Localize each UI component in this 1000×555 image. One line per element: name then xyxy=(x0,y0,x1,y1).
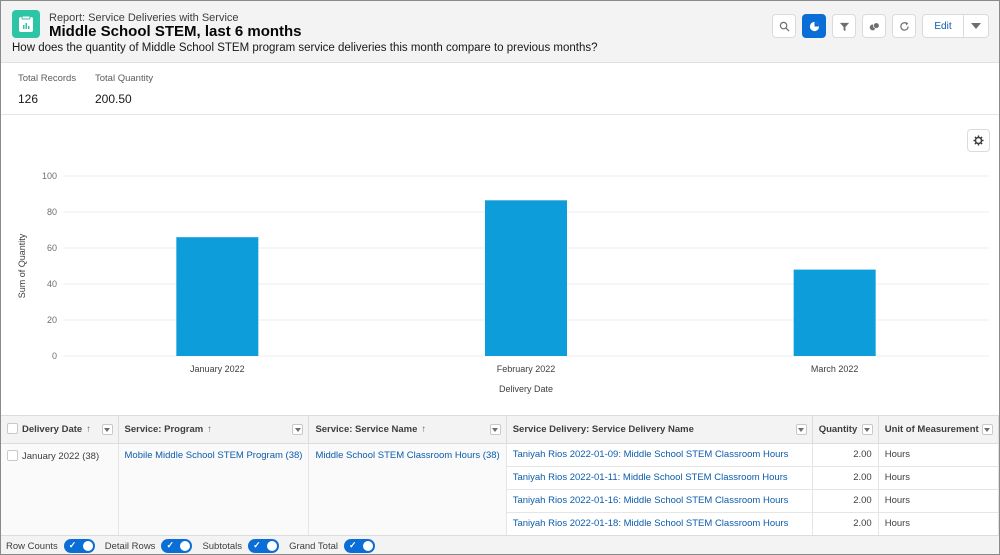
column-menu-button[interactable] xyxy=(101,424,113,435)
bar xyxy=(485,200,567,356)
service-delivery-link[interactable]: Taniyah Rios 2022-01-18: Middle School S… xyxy=(506,512,813,536)
x-axis-label: Delivery Date xyxy=(499,384,553,394)
search-icon xyxy=(779,21,790,32)
subtotals-toggle-item: Subtotals ✓ xyxy=(202,539,280,553)
total-quantity-value: 200.50 xyxy=(95,92,132,106)
report-window: Report: Service Deliveries with Service … xyxy=(0,0,1000,555)
total-records-value: 126 xyxy=(18,92,39,106)
column-menu-button[interactable] xyxy=(861,424,873,435)
unit-cell: Hours xyxy=(878,512,999,536)
table-header-row: Delivery Date ↑ Service: Program ↑ Service… xyxy=(1,416,999,444)
bar xyxy=(176,237,259,356)
y-tick-label: 60 xyxy=(47,243,57,253)
detail-rows-toggle-item: Detail Rows ✓ xyxy=(105,539,193,553)
x-tick-label: March 2022 xyxy=(811,364,859,374)
row-counts-label: Row Counts xyxy=(6,540,58,552)
quantity-cell: 2.00 xyxy=(812,466,879,490)
chevron-down-icon xyxy=(971,23,981,29)
row-counts-toggle-item: Row Counts ✓ xyxy=(6,539,95,553)
group-cell-program[interactable]: Mobile Middle School STEM Program (38) xyxy=(118,443,310,535)
page-title: Middle School STEM, last 6 months xyxy=(49,23,302,40)
column-menu-button[interactable] xyxy=(981,424,993,435)
report-description: How does the quantity of Middle School S… xyxy=(12,42,598,54)
y-tick-label: 20 xyxy=(47,315,57,325)
unit-cell: Hours xyxy=(878,443,999,467)
y-tick-label: 80 xyxy=(47,207,57,217)
detail-rows-toggle[interactable]: ✓ xyxy=(161,539,193,553)
gear-icon xyxy=(973,135,984,146)
select-all-checkbox[interactable] xyxy=(7,423,18,435)
report-table: Delivery Date ↑ Service: Program ↑ Service… xyxy=(1,415,999,536)
total-quantity-label: Total Quantity xyxy=(95,73,154,84)
edit-menu-button[interactable] xyxy=(964,14,989,38)
row-checkbox[interactable] xyxy=(7,449,18,461)
column-header-service-delivery-name[interactable]: Service Delivery: Service Delivery Name xyxy=(506,416,813,444)
search-button[interactable] xyxy=(772,14,796,38)
conditional-formatting-button[interactable] xyxy=(862,14,886,38)
y-tick-label: 100 xyxy=(42,171,57,181)
sort-asc-icon: ↑ xyxy=(207,423,212,435)
column-header-service-name[interactable]: Service: Service Name ↑ xyxy=(308,416,507,444)
column-header-quantity[interactable]: Quantity xyxy=(812,416,879,444)
column-header-delivery-date[interactable]: Delivery Date ↑ xyxy=(1,416,119,444)
column-menu-button[interactable] xyxy=(489,424,501,435)
check-icon: ✓ xyxy=(166,540,174,550)
y-tick-label: 0 xyxy=(52,351,57,361)
column-header-program[interactable]: Service: Program ↑ xyxy=(118,416,310,444)
chart-settings-button[interactable] xyxy=(967,129,990,152)
filter-button[interactable] xyxy=(832,14,856,38)
total-records-label: Total Records xyxy=(18,73,77,84)
quantity-cell: 2.00 xyxy=(812,443,879,467)
total-records-metric: Total Records 126 xyxy=(18,73,76,106)
refresh-icon xyxy=(899,21,909,31)
bar xyxy=(793,269,876,356)
grand-total-label: Grand Total xyxy=(289,540,339,552)
formatting-icon xyxy=(869,21,880,30)
unit-cell: Hours xyxy=(878,466,999,490)
chart-button[interactable] xyxy=(802,14,826,38)
report-summary: Total Records 126 Total Quantity 200.50 xyxy=(1,63,999,115)
quantity-cell: 2.00 xyxy=(812,489,879,513)
subtotals-label: Subtotals xyxy=(202,540,243,552)
group-cell-service-name[interactable]: Middle School STEM Classroom Hours (38) xyxy=(308,443,507,535)
x-tick-label: February 2022 xyxy=(497,364,556,374)
filter-icon xyxy=(839,22,849,31)
report-icon xyxy=(12,10,40,38)
refresh-button[interactable] xyxy=(892,14,916,38)
row-counts-toggle[interactable]: ✓ xyxy=(63,539,95,553)
subtotals-toggle[interactable]: ✓ xyxy=(248,539,280,553)
detail-rows-label: Detail Rows xyxy=(104,540,156,552)
sort-asc-icon: ↑ xyxy=(86,424,91,436)
chart-panel: 0 20 40 60 80 100 January 2022 February 2022 Mar… xyxy=(1,116,999,414)
check-icon: ✓ xyxy=(253,540,261,550)
y-axis-label: Sum of Quantity xyxy=(17,233,27,298)
column-menu-button[interactable] xyxy=(292,424,304,435)
group-cell-delivery-date: January 2022 (38) xyxy=(1,443,119,535)
service-delivery-link[interactable]: Taniyah Rios 2022-01-11: Middle School S… xyxy=(506,466,813,490)
check-icon: ✓ xyxy=(349,540,357,550)
report-toolbar xyxy=(772,14,916,38)
bar-chart: 0 20 40 60 80 100 January 2022 February 2022 Mar… xyxy=(17,171,989,394)
y-tick-label: 40 xyxy=(47,279,57,289)
sort-asc-icon: ↑ xyxy=(421,423,427,435)
service-delivery-link[interactable]: Taniyah Rios 2022-01-16: Middle School S… xyxy=(506,489,813,513)
service-delivery-link[interactable]: Taniyah Rios 2022-01-09: Middle School S… xyxy=(506,443,813,467)
column-menu-button[interactable] xyxy=(795,424,807,435)
grand-total-toggle[interactable]: ✓ xyxy=(344,539,376,553)
quantity-cell: 2.00 xyxy=(812,512,879,536)
edit-button-group: Edit xyxy=(922,14,989,38)
unit-cell: Hours xyxy=(878,489,999,513)
total-quantity-metric: Total Quantity 200.50 xyxy=(95,73,153,106)
grand-total-toggle-item: Grand Total ✓ xyxy=(289,539,376,553)
x-tick-label: January 2022 xyxy=(190,364,245,374)
table-row: January 2022 (38) Mobile Middle School S… xyxy=(1,443,999,535)
report-header: Report: Service Deliveries with Service … xyxy=(1,1,999,63)
chart-icon xyxy=(809,21,819,31)
report-footer: Row Counts ✓ Detail Rows ✓ Subtotals ✓ G… xyxy=(1,535,999,554)
edit-button[interactable]: Edit xyxy=(922,14,964,38)
column-header-unit[interactable]: Unit of Measurement xyxy=(878,416,999,444)
check-icon: ✓ xyxy=(68,540,77,550)
